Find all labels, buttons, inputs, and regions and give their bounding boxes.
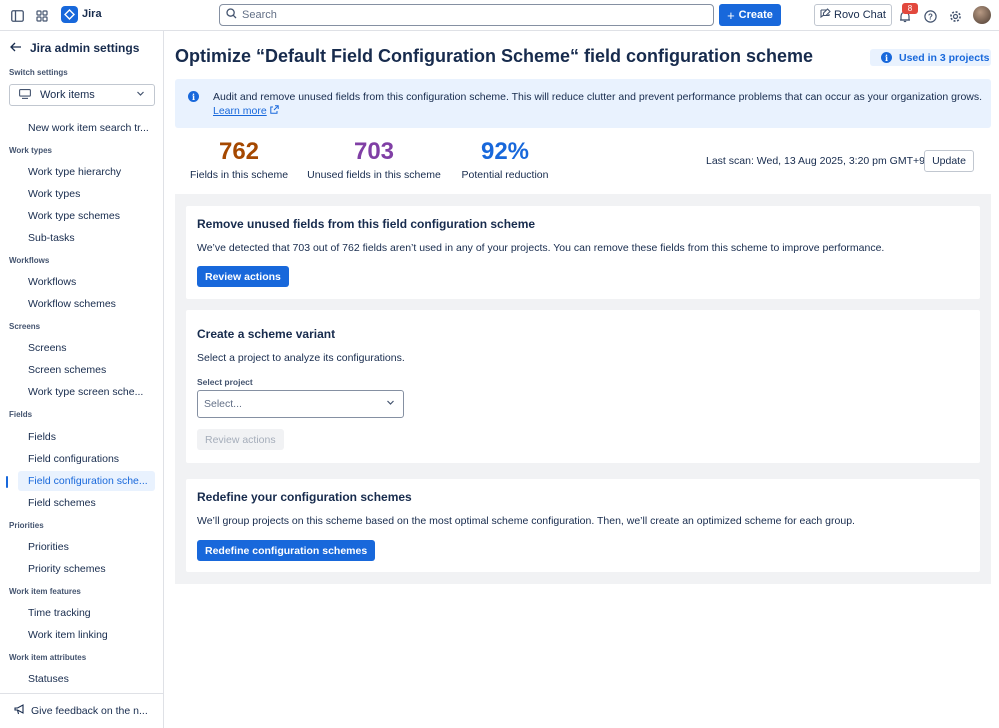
card-title: Remove unused fields from this field con… [197, 217, 536, 231]
section-title-work-item-attributes: Work item attributes [9, 653, 87, 662]
card-description: We’ll group projects on this scheme base… [197, 515, 855, 527]
redefine-configuration-schemes-button[interactable]: Redefine configuration schemes [197, 540, 376, 561]
search-input[interactable]: Search [219, 4, 714, 26]
card-description: Select a project to analyze its configur… [197, 352, 405, 364]
card-title: Redefine your configuration schemes [197, 490, 412, 504]
create-button-label: Create [738, 9, 773, 21]
sidebar-item-work-item-linking[interactable]: Work item linking [18, 625, 155, 645]
chevron-down-icon [386, 398, 395, 410]
stat-fields-in-scheme: 762 Fields in this scheme [190, 138, 288, 181]
update-button[interactable]: Update [924, 150, 974, 172]
switch-settings-dropdown[interactable]: Work items [9, 84, 155, 106]
used-in-projects-label: Used in 3 projects [899, 51, 990, 64]
megaphone-icon [14, 704, 26, 718]
create-scheme-variant-card: Create a scheme variant Select a project… [186, 310, 980, 463]
help-icon[interactable]: ? [921, 7, 939, 25]
sidebar-item-priorities[interactable]: Priorities [18, 537, 155, 557]
card-title: Create a scheme variant [197, 327, 336, 341]
svg-text:?: ? [928, 12, 933, 21]
redefine-schemes-card: Redefine your configuration schemes We’l… [186, 479, 980, 572]
section-title-work-types: Work types [9, 146, 52, 155]
section-title-work-item-features: Work item features [9, 587, 81, 596]
stat-value: 762 [218, 138, 260, 165]
settings-gear-icon[interactable] [946, 7, 964, 25]
sidebar-toggle-icon[interactable] [8, 7, 26, 25]
sidebar-item-priority-schemes[interactable]: Priority schemes [18, 559, 155, 579]
back-to-admin-settings[interactable]: Jira admin settings [10, 40, 139, 55]
section-title-fields: Fields [9, 410, 33, 419]
chat-edit-icon [820, 8, 831, 22]
stat-unused-fields: 703 Unused fields in this scheme [305, 138, 443, 181]
notification-badge: 8 [902, 3, 918, 14]
switch-settings-value: Work items [40, 89, 95, 101]
banner-text: Audit and remove unused fields from this… [213, 91, 983, 103]
plus-icon: + [727, 7, 735, 23]
stat-label: Potential reduction [461, 169, 549, 181]
search-placeholder: Search [242, 9, 277, 21]
arrow-left-icon [10, 40, 22, 55]
sidebar-item-statuses[interactable]: Statuses [18, 669, 155, 689]
sidebar-item-workflow-schemes[interactable]: Workflow schemes [18, 294, 155, 314]
stat-value: 92% [480, 138, 530, 165]
section-title-screens: Screens [9, 322, 41, 331]
used-in-projects-badge[interactable]: i Used in 3 projects [870, 49, 991, 66]
work-items-icon [19, 88, 31, 102]
sidebar-item-sub-tasks[interactable]: Sub-tasks [18, 228, 155, 248]
info-icon: i [881, 52, 892, 63]
stat-value: 703 [353, 138, 395, 165]
switch-settings-label: Switch settings [9, 68, 68, 77]
select-project-dropdown[interactable]: Select... [197, 390, 404, 418]
sidebar-item-field-configurations[interactable]: Field configurations [18, 449, 155, 469]
app-switcher-icon[interactable] [33, 7, 51, 25]
top-navigation-bar: Jira Search + Create Rovo Chat 8 ? [0, 0, 999, 31]
review-actions-button[interactable]: Review actions [197, 266, 289, 287]
sidebar-title: Jira admin settings [30, 40, 140, 55]
section-title-priorities: Priorities [9, 521, 44, 530]
stat-label: Fields in this scheme [190, 169, 289, 181]
jira-logo-icon[interactable] [61, 6, 78, 23]
sidebar-item-work-type-schemes[interactable]: Work type schemes [18, 206, 155, 226]
admin-sidebar: Jira admin settings Switch settings Work… [0, 31, 164, 728]
page-title: Optimize “Default Field Configuration Sc… [175, 46, 814, 66]
user-avatar[interactable] [973, 6, 991, 24]
card-description: We’ve detected that 703 out of 762 field… [197, 242, 885, 254]
select-placeholder: Select... [204, 398, 242, 410]
learn-more-label: Learn more [213, 105, 267, 117]
info-icon: i [188, 91, 199, 102]
sidebar-item-screen-schemes[interactable]: Screen schemes [18, 360, 155, 380]
sidebar-item-fields[interactable]: Fields [18, 427, 155, 447]
app-name[interactable]: Jira [82, 8, 102, 20]
chevron-down-icon [136, 89, 145, 101]
give-feedback-label: Give feedback on the n... [31, 705, 148, 717]
sidebar-item-work-type-screen-schemes[interactable]: Work type screen sche... [18, 382, 155, 402]
info-banner: i Audit and remove unused fields from th… [175, 79, 991, 128]
sidebar-item-workflows[interactable]: Workflows [18, 272, 155, 292]
sidebar-item-time-tracking[interactable]: Time tracking [18, 603, 155, 623]
rovo-chat-label: Rovo Chat [834, 9, 886, 21]
remove-unused-fields-card: Remove unused fields from this field con… [186, 206, 980, 299]
external-link-icon [270, 104, 279, 118]
give-feedback-button[interactable]: Give feedback on the n... [0, 693, 163, 728]
rovo-chat-button[interactable]: Rovo Chat [814, 4, 892, 26]
stat-label: Unused fields in this scheme [307, 169, 441, 181]
review-actions-button-disabled[interactable]: Review actions [197, 429, 284, 450]
stat-potential-reduction: 92% Potential reduction [459, 138, 551, 181]
section-title-workflows: Workflows [9, 256, 50, 265]
create-button[interactable]: + Create [719, 4, 781, 26]
select-project-label: Select project [197, 377, 253, 387]
sidebar-item-field-schemes[interactable]: Field schemes [18, 493, 155, 513]
learn-more-link[interactable]: Learn more [213, 104, 279, 118]
sidebar-item-field-configuration-schemes[interactable]: Field configuration sche... [18, 471, 155, 491]
active-item-indicator [6, 476, 8, 488]
sidebar-item-new-work-item-search[interactable]: New work item search tr... [18, 118, 155, 138]
sidebar-item-work-types[interactable]: Work types [18, 184, 155, 204]
sidebar-item-screens[interactable]: Screens [18, 338, 155, 358]
last-scan-timestamp: Last scan: Wed, 13 Aug 2025, 3:20 pm GMT… [706, 155, 925, 167]
sidebar-item-work-type-hierarchy[interactable]: Work type hierarchy [18, 162, 155, 182]
search-icon [226, 8, 237, 22]
